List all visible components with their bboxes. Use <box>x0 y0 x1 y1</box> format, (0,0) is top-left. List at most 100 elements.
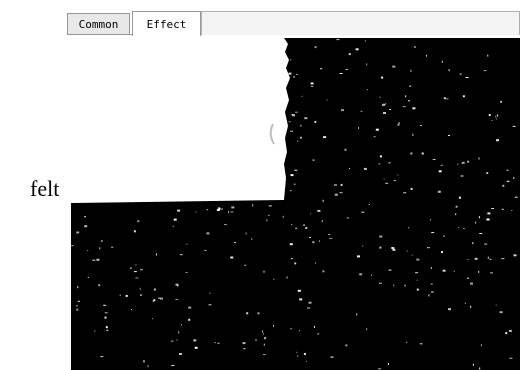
speckle <box>361 211 365 213</box>
speckle <box>496 139 499 142</box>
speckle <box>299 298 303 301</box>
speckle <box>455 213 457 216</box>
speckle <box>467 160 470 163</box>
speckle <box>472 363 474 366</box>
speckle <box>291 114 294 115</box>
speckle <box>464 302 466 304</box>
speckle <box>487 256 489 259</box>
speckle <box>99 247 101 250</box>
speckle <box>501 208 504 210</box>
speckle <box>486 172 489 174</box>
speckle <box>514 196 518 198</box>
speckle <box>263 270 265 273</box>
speckle <box>104 316 107 319</box>
speckle <box>457 163 459 165</box>
speckle <box>314 325 315 328</box>
speckle <box>263 343 265 346</box>
speckle <box>387 162 391 164</box>
speckle <box>176 339 178 341</box>
speckle <box>388 269 392 271</box>
speckle <box>231 206 235 209</box>
speckle <box>440 164 443 166</box>
speckle <box>379 155 382 158</box>
speckle <box>297 140 299 142</box>
speckle <box>188 306 192 309</box>
speckle <box>288 72 292 75</box>
speckle <box>502 184 505 187</box>
speckle <box>209 292 211 294</box>
speckle <box>312 159 315 161</box>
speckle <box>293 183 296 185</box>
speckle <box>75 305 78 307</box>
speckle <box>139 287 141 290</box>
speckle <box>487 54 489 57</box>
speckle <box>486 218 490 221</box>
speckle <box>180 324 182 326</box>
speckle <box>382 103 386 106</box>
speckle <box>173 218 177 221</box>
speckle <box>458 227 460 229</box>
speckle <box>491 120 493 121</box>
speckle <box>255 339 258 341</box>
speckle <box>135 277 139 279</box>
speckle <box>360 110 363 112</box>
speckle <box>475 221 477 224</box>
speckle <box>290 328 293 330</box>
speckle <box>393 284 395 287</box>
speckle <box>294 262 297 265</box>
speckle <box>156 253 158 256</box>
speckle <box>392 65 396 68</box>
speckle <box>345 344 348 347</box>
speckle <box>412 107 416 110</box>
speckle <box>185 272 188 273</box>
tab-effect[interactable]: Effect <box>132 11 201 36</box>
speckle <box>100 356 104 358</box>
speckle <box>319 240 320 242</box>
speckle <box>480 344 482 347</box>
speckle <box>171 365 175 366</box>
speckle <box>448 135 450 136</box>
speckle <box>297 355 299 357</box>
speckle <box>513 254 517 257</box>
speckle <box>326 99 328 101</box>
speckle <box>323 136 327 139</box>
speckle <box>409 85 412 87</box>
speckle <box>257 312 260 315</box>
speckle <box>355 48 359 51</box>
speckle <box>393 180 396 182</box>
speckle <box>461 161 465 164</box>
speckle <box>379 246 382 249</box>
speckle <box>383 112 386 114</box>
speckle <box>428 294 430 297</box>
speckle <box>334 193 338 196</box>
speckle <box>478 216 480 219</box>
speckle <box>188 318 191 321</box>
speckle <box>348 53 351 56</box>
speckle <box>364 40 366 42</box>
speckle <box>175 283 179 286</box>
speckle <box>273 324 274 327</box>
speckle <box>501 258 505 260</box>
speckle <box>291 224 293 226</box>
speckle <box>216 208 220 211</box>
speckle <box>111 246 114 248</box>
speckle <box>406 250 408 252</box>
speckle <box>389 109 392 110</box>
speckle <box>267 214 270 216</box>
speckle <box>137 220 140 223</box>
speckle <box>385 182 389 184</box>
speckle <box>509 357 513 359</box>
speckle <box>410 69 412 72</box>
speckle <box>243 348 246 350</box>
side-label: felt <box>30 176 60 201</box>
speckle <box>143 360 145 363</box>
speckle <box>379 96 381 98</box>
speckle <box>397 123 400 126</box>
speckle <box>300 124 302 127</box>
speckle <box>442 269 446 272</box>
speckle <box>513 177 515 179</box>
speckle <box>410 152 413 155</box>
speckle <box>296 351 298 353</box>
tab-common[interactable]: Common <box>67 13 130 34</box>
speckle <box>339 192 343 194</box>
